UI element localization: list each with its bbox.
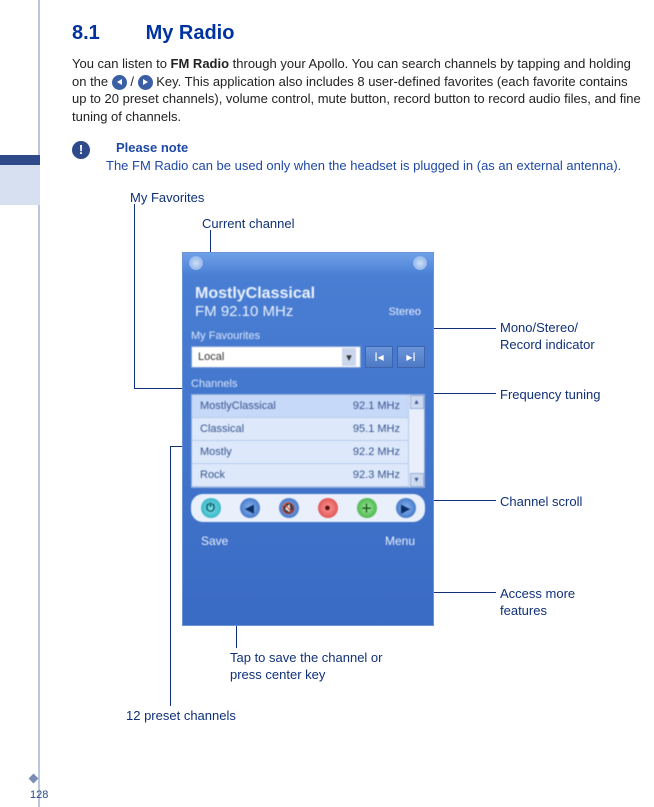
shot-header: MostlyClassical FM 92.10 MHz Stereo <box>183 275 433 326</box>
list-item[interactable]: Rock 92.3 MHz <box>192 464 408 487</box>
shot-channels-label: Channels <box>183 374 433 392</box>
note-text: The FM Radio can be used only when the h… <box>106 158 621 173</box>
section-heading: 8.1 My Radio <box>72 22 642 45</box>
shot-channel-list: MostlyClassical 92.1 MHz Classical 95.1 … <box>191 394 425 488</box>
page-number-box: 128 <box>30 775 48 801</box>
section-number: 8.1 <box>72 22 140 45</box>
leader-line <box>434 500 496 501</box>
list-item[interactable]: MostlyClassical 92.1 MHz <box>192 395 408 418</box>
shot-tune-down[interactable]: I◂ <box>365 346 393 368</box>
left-vertical-rule <box>38 0 40 807</box>
callout-freq-tuning: Frequency tuning <box>500 387 600 403</box>
leader-line <box>134 204 135 388</box>
device-screenshot: MostlyClassical FM 92.10 MHz Stereo My F… <box>182 252 434 626</box>
bold-fm-radio: FM Radio <box>171 56 230 71</box>
shot-tune-up[interactable]: ▸I <box>397 346 425 368</box>
record-icon[interactable]: ● <box>318 498 338 518</box>
callout-access-more: Access more features <box>500 586 610 619</box>
shot-softkey-save[interactable]: Save <box>201 534 228 548</box>
diamond-icon <box>29 774 39 784</box>
scroll-down-icon[interactable]: ▾ <box>410 473 424 487</box>
shot-frequency: FM 92.10 MHz <box>195 303 293 320</box>
list-item[interactable]: Classical 95.1 MHz <box>192 418 408 441</box>
leader-line <box>134 388 188 389</box>
side-tab <box>0 165 40 205</box>
scroll-up-icon[interactable]: ▴ <box>410 395 424 409</box>
list-item[interactable]: Mostly 92.2 MHz <box>192 441 408 464</box>
shot-frequency-row: FM 92.10 MHz Stereo <box>195 303 421 320</box>
chevron-down-icon: ▾ <box>342 348 356 366</box>
page-content: 8.1 My Radio You can listen to FM Radio … <box>72 22 642 750</box>
annotated-diagram: My Favorites Current channel Mono/Stereo… <box>72 190 632 750</box>
section-title: My Radio <box>146 22 235 44</box>
shot-control-bar: ⏻ ◀ 🔇 ● ＋ ▶ <box>191 494 425 522</box>
shot-softkey-row: Save Menu <box>183 528 433 556</box>
shot-fav-dropdown[interactable]: Local ▾ <box>191 346 361 368</box>
callout-channel-scroll: Channel scroll <box>500 494 582 510</box>
shot-stereo-indicator: Stereo <box>389 306 421 318</box>
note-block: ! Please note The FM Radio can be used o… <box>72 139 642 174</box>
intro-paragraph: You can listen to FM Radio through your … <box>72 55 642 125</box>
shot-fav-label: My Favourites <box>183 326 433 344</box>
shot-softkey-menu[interactable]: Menu <box>385 534 415 548</box>
note-body: Please note The FM Radio can be used onl… <box>106 139 621 174</box>
mute-icon[interactable]: 🔇 <box>279 498 299 518</box>
add-icon[interactable]: ＋ <box>357 498 377 518</box>
shot-titlebar <box>183 253 433 275</box>
leader-line <box>428 393 496 394</box>
page-number: 128 <box>30 789 48 801</box>
shot-dropdown-value: Local <box>198 351 224 363</box>
prev-icon[interactable]: ◀ <box>240 498 260 518</box>
note-title: Please note <box>116 140 188 155</box>
right-key-icon <box>138 75 153 90</box>
callout-mono-stereo: Mono/Stereo/ Record indicator <box>500 320 595 353</box>
note-icon: ! <box>72 141 90 159</box>
callout-my-favorites: My Favorites <box>130 190 204 206</box>
next-icon[interactable]: ▶ <box>396 498 416 518</box>
shot-station-name: MostlyClassical <box>195 285 421 303</box>
callout-preset-channels: 12 preset channels <box>126 708 236 724</box>
shot-favorites-row: Local ▾ I◂ ▸I <box>191 346 425 368</box>
side-tab-accent <box>0 155 40 165</box>
power-icon[interactable]: ⏻ <box>201 498 221 518</box>
left-key-icon <box>112 75 127 90</box>
leader-line <box>170 446 171 706</box>
callout-current-channel: Current channel <box>202 216 295 232</box>
shot-scrollbar[interactable]: ▴ ▾ <box>408 395 424 487</box>
callout-tap-save: Tap to save the channel or press center … <box>230 650 400 683</box>
